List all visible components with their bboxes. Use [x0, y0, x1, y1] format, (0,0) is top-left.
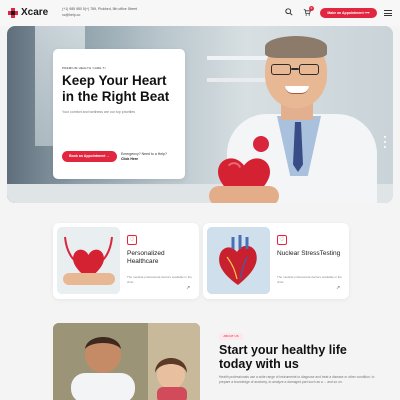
hero-tag: PREMIUM HEALTH CARE TI [62, 66, 106, 70]
service-description: The medical professional doctors availab… [277, 275, 342, 284]
about-tag: ABOUT US [219, 333, 243, 340]
hero-card: PREMIUM HEALTH CARE TI Keep Your Heart i… [53, 49, 185, 179]
logo[interactable]: Xcare [8, 7, 48, 18]
logo-cross-icon [8, 7, 18, 18]
service-title: Nuclear StressTesting [277, 250, 341, 257]
cart-count-badge: 0 [309, 6, 314, 11]
page: Xcare (+1) 985 980 5(+) 789, Pickford, 5… [0, 0, 400, 400]
emergency-help: Emergency? Need to a Help? Click Here [121, 152, 167, 162]
slider-dot[interactable] [384, 146, 386, 148]
header-contact: (+1) 985 980 5(+) 789, Pickford, 5th off… [62, 6, 137, 18]
contact-email[interactable]: xc@help.co [62, 12, 137, 18]
service-card-personalized-healthcare[interactable]: ♡ Personalized Healthcare The medical pr… [53, 223, 199, 299]
make-appointment-button[interactable]: Make an Appointment ⟶ [320, 8, 377, 18]
slider-dot[interactable] [384, 136, 386, 138]
arrow-up-right-icon[interactable]: ↗ [186, 285, 190, 291]
service-description: The medical professional doctors availab… [127, 275, 192, 284]
about-photo-doctor-child [53, 323, 200, 400]
book-appointment-button[interactable]: Book an Appointment → [62, 151, 117, 162]
about-description: Health professionals use a wide range of… [219, 375, 375, 384]
emergency-help-link[interactable]: Click Here [121, 157, 167, 162]
heart-pulse-icon: ♡ [277, 235, 287, 245]
arrow-up-right-icon[interactable]: ↗ [336, 285, 340, 291]
doctor-photo [207, 26, 393, 203]
heart-hand-icon: ♡ [127, 235, 137, 245]
slider-dot[interactable] [384, 141, 386, 143]
hamburger-menu-icon[interactable] [384, 10, 392, 16]
stethoscope-icon [253, 136, 269, 152]
hero-description: Your comfort and wellness are our top pr… [62, 110, 136, 114]
logo-text: Xcare [21, 7, 49, 18]
about-title: Start your healthy life today with us [219, 343, 347, 371]
service-image-anatomical-heart [207, 227, 270, 294]
hero-title: Keep Your Heart in the Right Beat [62, 73, 170, 104]
hero-slider-dots[interactable] [384, 136, 387, 151]
service-image-hands-heart [57, 227, 120, 294]
search-icon[interactable] [284, 8, 294, 18]
site-header: Xcare (+1) 985 980 5(+) 789, Pickford, 5… [0, 0, 400, 26]
service-card-nuclear-stress-testing[interactable]: ♡ Nuclear StressTesting The medical prof… [203, 223, 349, 299]
service-title: Personalized Healthcare [127, 250, 165, 265]
